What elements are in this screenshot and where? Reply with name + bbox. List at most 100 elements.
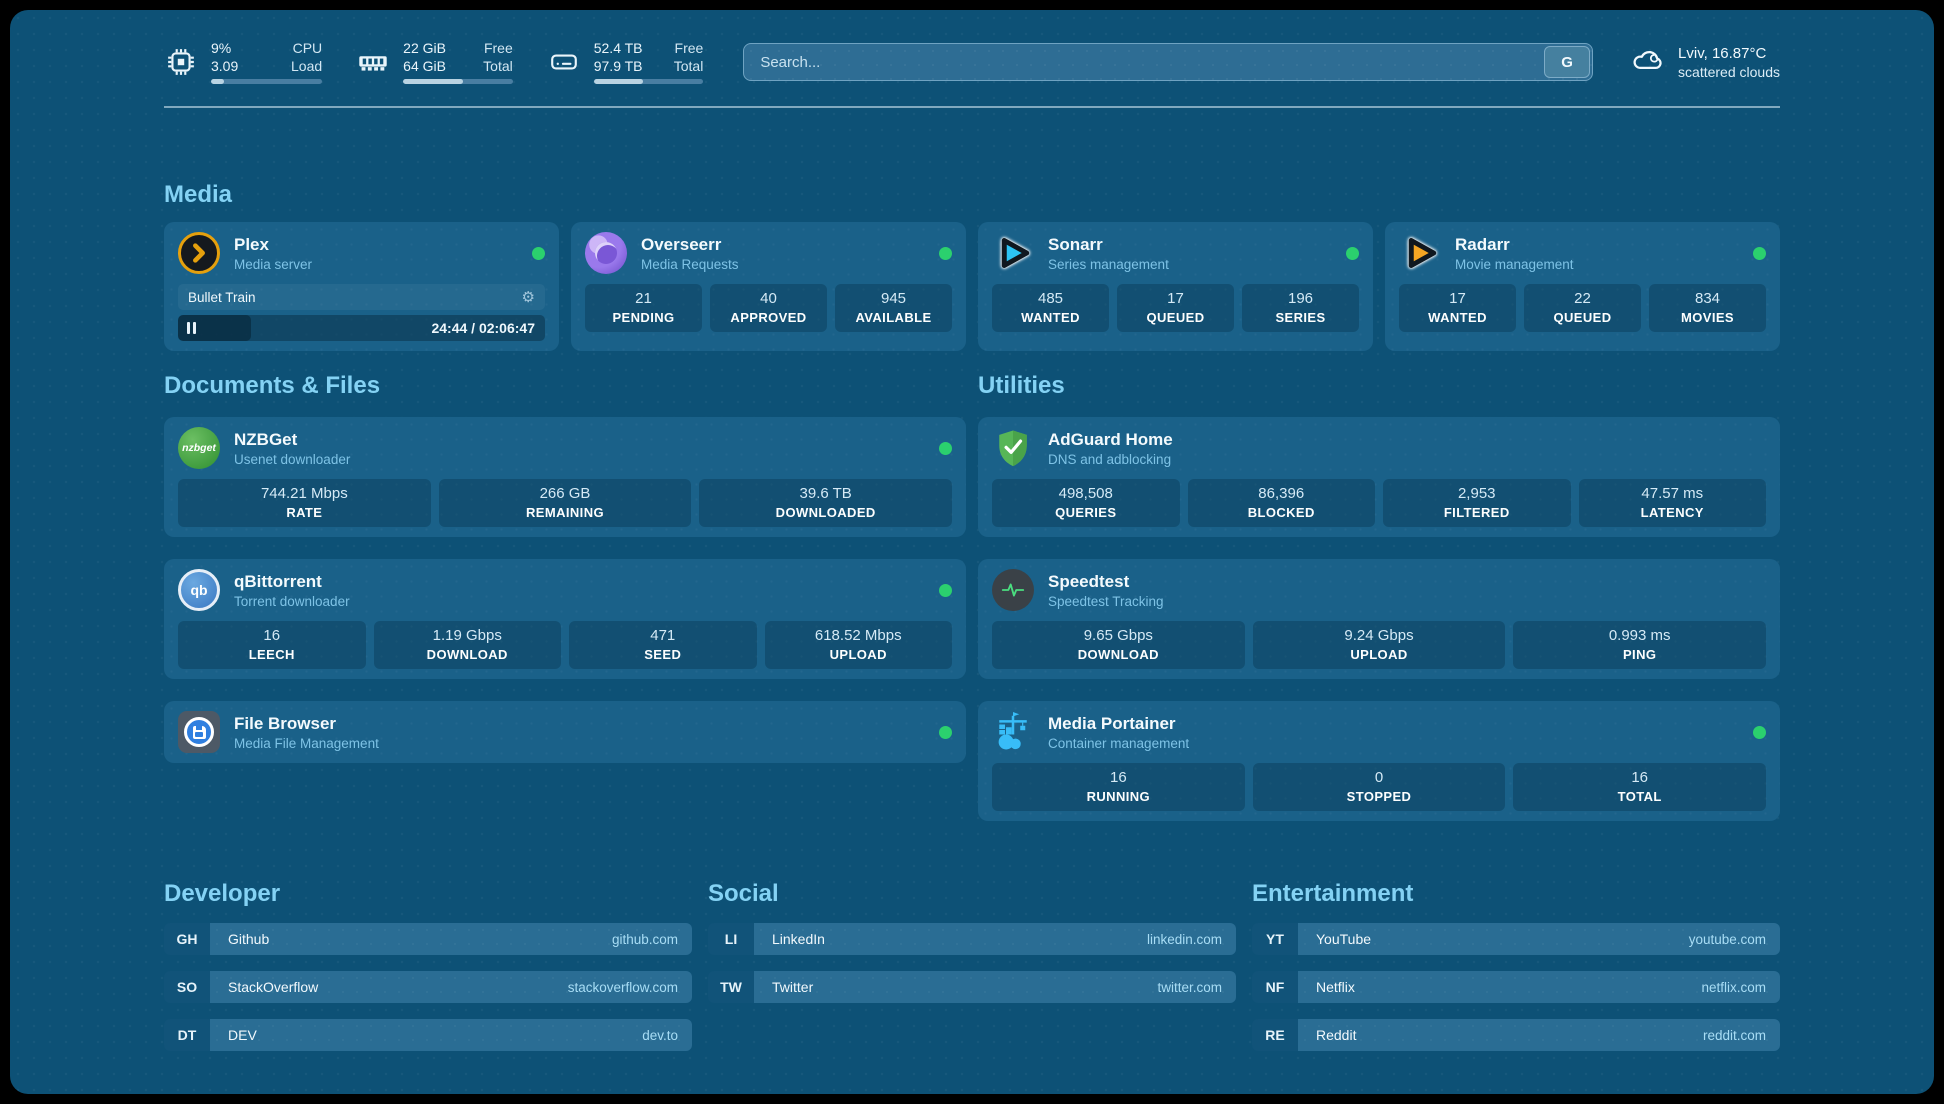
utilities-column: Utilities AdGuard Home [978,371,1780,821]
app-card-adguard[interactable]: AdGuard Home DNS and adblocking 498,508Q… [978,417,1780,537]
app-subtitle: Container management [1048,736,1189,751]
app-card-overseerr[interactable]: Overseerr Media Requests 21PENDING 40APP… [571,222,966,351]
app-card-radarr[interactable]: Radarr Movie management 17WANTED 22QUEUE… [1385,222,1780,351]
section-title-media: Media [164,180,1780,210]
youtube-abbr-icon: YT [1252,923,1298,955]
app-name: Sonarr [1048,235,1169,255]
search-engine-button[interactable]: G [1544,46,1590,78]
stat-stopped: 0STOPPED [1253,763,1506,811]
stat-upload: 9.24 GbpsUPLOAD [1253,621,1506,669]
status-online-dot [1346,247,1359,260]
memory-free-value: 22 GiB [403,40,459,56]
app-subtitle: Media File Management [234,736,379,751]
stat-wanted: 485WANTED [992,284,1109,332]
disk-total-label: Total [674,58,704,74]
developer-links: Developer GH Github github.com SO StackO… [164,879,692,1067]
cpu-progress-track [211,79,322,84]
cpu-progress-fill [211,79,224,84]
overseerr-icon [585,232,627,274]
link-domain: netflix.com [1701,980,1766,995]
stat-queued: 17QUEUED [1117,284,1234,332]
link-netflix[interactable]: NF Netflix netflix.com [1252,971,1780,1003]
twitter-abbr-icon: TW [708,971,754,1003]
stat-wanted: 17WANTED [1399,284,1516,332]
link-name: StackOverflow [228,979,318,995]
sonarr-icon [992,232,1034,274]
link-github[interactable]: GH Github github.com [164,923,692,955]
memory-stat-widget: 22 GiB 64 GiB Free Total [356,40,513,84]
search-input[interactable] [743,43,1593,81]
section-title-entertainment: Entertainment [1252,879,1780,909]
stat-queued: 22QUEUED [1524,284,1641,332]
netflix-abbr-icon: NF [1252,971,1298,1003]
app-subtitle: Speedtest Tracking [1048,594,1164,609]
status-online-dot [1753,247,1766,260]
pause-icon[interactable] [187,322,196,334]
app-name: Plex [234,235,312,255]
link-domain: reddit.com [1703,1028,1766,1043]
adguard-icon [992,427,1034,469]
app-card-portainer[interactable]: Media Portainer Container management 16R… [978,701,1780,821]
app-card-plex[interactable]: Plex Media server Bullet Train ⚙ 24:44 /… [164,222,559,351]
link-domain: linkedin.com [1147,932,1222,947]
stat-filtered: 2,953FILTERED [1383,479,1571,527]
disk-progress-track [594,79,704,84]
app-subtitle: Media Requests [641,257,739,272]
memory-total-label: Total [483,58,513,74]
app-subtitle: DNS and adblocking [1048,452,1173,467]
link-domain: twitter.com [1157,980,1222,995]
status-online-dot [939,584,952,597]
stat-remaining: 266 GBREMAINING [439,479,692,527]
app-name: Speedtest [1048,572,1164,592]
dashboard-board: 9% 3.09 CPU Load [10,10,1934,1094]
link-dev[interactable]: DT DEV dev.to [164,1019,692,1051]
nzbget-icon: nzbget [178,427,220,469]
link-name: Github [228,931,269,947]
cpu-stat-widget: 9% 3.09 CPU Load [164,40,322,84]
link-name: YouTube [1316,931,1371,947]
disk-progress-fill [594,79,643,84]
link-twitter[interactable]: TW Twitter twitter.com [708,971,1236,1003]
link-reddit[interactable]: RE Reddit reddit.com [1252,1019,1780,1051]
app-name: File Browser [234,714,379,734]
app-card-filebrowser[interactable]: File Browser Media File Management [164,701,966,763]
gear-icon[interactable]: ⚙ [522,290,535,305]
memory-icon [356,45,390,79]
app-name: AdGuard Home [1048,430,1173,450]
app-card-sonarr[interactable]: Sonarr Series management 485WANTED 17QUE… [978,222,1373,351]
app-card-qbittorrent[interactable]: qb qBittorrent Torrent downloader 16LEEC… [164,559,966,679]
stat-pending: 21PENDING [585,284,702,332]
link-name: Reddit [1316,1027,1356,1043]
cpu-load-value: 3.09 [211,58,267,74]
topbar: 9% 3.09 CPU Load [164,40,1780,84]
link-linkedin[interactable]: LI LinkedIn linkedin.com [708,923,1236,955]
app-subtitle: Usenet downloader [234,452,350,467]
stat-available: 945AVAILABLE [835,284,952,332]
cpu-usage-value: 9% [211,40,267,56]
link-domain: youtube.com [1689,932,1766,947]
link-stackoverflow[interactable]: SO StackOverflow stackoverflow.com [164,971,692,1003]
cloud-icon [1629,42,1665,83]
status-online-dot [532,247,545,260]
stat-upload: 618.52 MbpsUPLOAD [765,621,953,669]
stat-downloaded: 39.6 TBDOWNLOADED [699,479,952,527]
header-divider [164,106,1780,108]
stat-movies: 834MOVIES [1649,284,1766,332]
stat-latency: 47.57 msLATENCY [1579,479,1767,527]
portainer-icon [992,711,1034,753]
app-card-speedtest[interactable]: Speedtest Speedtest Tracking 9.65 GbpsDO… [978,559,1780,679]
app-subtitle: Movie management [1455,257,1574,272]
app-name: Radarr [1455,235,1574,255]
system-stats: 9% 3.09 CPU Load [164,40,703,84]
status-online-dot [1753,726,1766,739]
entertainment-links: Entertainment YT YouTube youtube.com NF … [1252,879,1780,1067]
link-youtube[interactable]: YT YouTube youtube.com [1252,923,1780,955]
status-online-dot [939,247,952,260]
plex-playback-bar[interactable]: 24:44 / 02:06:47 [178,315,545,341]
app-subtitle: Torrent downloader [234,594,350,609]
section-title-developer: Developer [164,879,692,909]
app-card-nzbget[interactable]: nzbget NZBGet Usenet downloader 744.21 M… [164,417,966,537]
weather-widget: Lviv, 16.87°C scattered clouds [1629,42,1780,83]
dev-abbr-icon: DT [164,1019,210,1051]
weather-condition: scattered clouds [1678,64,1780,80]
